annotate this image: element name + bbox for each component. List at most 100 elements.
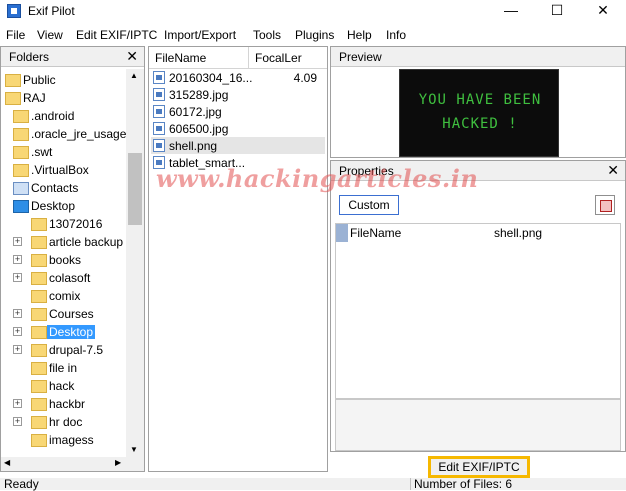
- menu-edit-exif-iptc[interactable]: Edit EXIF/IPTC: [76, 28, 157, 42]
- preview-text-line1: YOU HAVE BEEN: [418, 92, 542, 108]
- folder-tree-label: .oracle_jre_usage: [31, 127, 127, 141]
- menu-file[interactable]: File: [6, 28, 25, 42]
- folder-tree-label: Public: [23, 73, 56, 87]
- scroll-thumb[interactable]: [128, 153, 142, 225]
- folder-tree-item[interactable]: comix: [1, 287, 127, 305]
- menu-view[interactable]: View: [37, 28, 63, 42]
- desktop-icon: [13, 200, 29, 213]
- preview-panel: Preview YOU HAVE BEEN HACKED !: [330, 46, 626, 158]
- folder-tree-label: Courses: [49, 307, 94, 321]
- folder-tree-item[interactable]: + hackbr: [1, 395, 127, 413]
- folders-panel: Folders ✕ Public RAJ .android .oracle_jre_u…: [0, 46, 145, 472]
- menu-plugins[interactable]: Plugins: [295, 28, 334, 42]
- expand-icon[interactable]: +: [13, 417, 22, 426]
- folder-tree-item[interactable]: 13072016: [1, 215, 127, 233]
- folder-tree-hscrollbar[interactable]: ◀ ▶: [1, 457, 144, 471]
- file-name: 315289.jpg: [169, 88, 229, 102]
- folder-icon: [5, 74, 21, 87]
- expand-icon[interactable]: +: [13, 345, 22, 354]
- folder-tree-item[interactable]: .oracle_jre_usage: [1, 125, 127, 143]
- folder-tree-label: 13072016: [49, 217, 103, 231]
- scroll-left-icon[interactable]: ◀: [4, 458, 10, 467]
- window-title: Exif Pilot: [28, 4, 75, 18]
- file-name: 60172.jpg: [169, 105, 222, 119]
- preview-header: Preview: [331, 47, 625, 67]
- folder-tree-item[interactable]: file in: [1, 359, 127, 377]
- file-row[interactable]: shell.png: [151, 137, 325, 154]
- folder-tree-item[interactable]: .VirtualBox: [1, 161, 127, 179]
- folder-tree-item[interactable]: Public: [1, 71, 127, 89]
- menu-import-export[interactable]: Import/Export: [164, 28, 236, 42]
- folder-icon: [5, 92, 21, 105]
- file-row[interactable]: 20160304_16... 4.09: [151, 69, 325, 86]
- row-indicator: [336, 224, 348, 242]
- status-bar: [0, 478, 626, 490]
- status-ready: Ready: [4, 477, 39, 491]
- expand-icon[interactable]: +: [13, 327, 22, 336]
- folder-icon: [31, 344, 47, 357]
- scroll-down-icon[interactable]: ▼: [130, 445, 138, 454]
- folder-tree[interactable]: Public RAJ .android .oracle_jre_usage .swt .V…: [1, 69, 127, 459]
- column-filename[interactable]: FileName: [149, 47, 249, 69]
- expand-icon[interactable]: +: [13, 273, 22, 282]
- folder-tree-item[interactable]: .android: [1, 107, 127, 125]
- expand-icon[interactable]: +: [13, 237, 22, 246]
- folder-tree-item[interactable]: + hr doc: [1, 413, 127, 431]
- property-value[interactable]: shell.png: [494, 226, 542, 240]
- folder-tree-label: .VirtualBox: [31, 163, 89, 177]
- scroll-right-icon[interactable]: ▶: [115, 458, 121, 467]
- close-folders-icon[interactable]: ✕: [126, 48, 138, 65]
- folder-tree-item[interactable]: Contacts: [1, 179, 127, 197]
- file-rows: 20160304_16... 4.09 315289.jpg 60172.jpg 606…: [149, 69, 327, 469]
- folder-tree-item[interactable]: + drupal-7.5: [1, 341, 127, 359]
- folder-icon: [31, 434, 47, 447]
- folder-tree-item[interactable]: Desktop: [1, 197, 127, 215]
- folder-tree-item[interactable]: + article backup: [1, 233, 127, 251]
- expand-icon[interactable]: +: [13, 255, 22, 264]
- folder-tree-item[interactable]: + colasoft: [1, 269, 127, 287]
- file-row[interactable]: 315289.jpg: [151, 86, 325, 103]
- edit-exif-iptc-button[interactable]: Edit EXIF/IPTC: [428, 456, 530, 478]
- expand-icon[interactable]: +: [13, 309, 22, 318]
- minimize-icon[interactable]: —: [488, 0, 534, 22]
- folder-tree-item[interactable]: + Courses: [1, 305, 127, 323]
- title-bar: Exif Pilot — ☐ ✕: [0, 0, 626, 22]
- folder-icon: [31, 398, 47, 411]
- image-file-icon: [153, 139, 165, 152]
- folder-icon: [31, 218, 47, 231]
- file-name: 20160304_16...: [169, 71, 253, 85]
- folder-icon: [31, 290, 47, 303]
- properties-table[interactable]: FileName shell.png: [335, 223, 621, 399]
- file-row[interactable]: 606500.jpg: [151, 120, 325, 137]
- folder-tree-label: Desktop: [47, 325, 96, 339]
- menu-tools[interactable]: Tools: [253, 28, 281, 42]
- folder-tree-label: Contacts: [31, 181, 79, 195]
- folder-tree-item[interactable]: RAJ: [1, 89, 127, 107]
- file-row[interactable]: 60172.jpg: [151, 103, 325, 120]
- folder-tree-item[interactable]: hack: [1, 377, 127, 395]
- column-focal-length[interactable]: FocalLer: [249, 47, 327, 69]
- properties-edit-icon[interactable]: [595, 195, 615, 215]
- folder-icon: [31, 254, 47, 267]
- folder-tree-item[interactable]: + Desktop: [1, 323, 127, 341]
- folders-header: Folders ✕: [1, 47, 144, 67]
- custom-button[interactable]: Custom: [339, 195, 399, 215]
- scroll-up-icon[interactable]: ▲: [130, 71, 138, 80]
- maximize-icon[interactable]: ☐: [534, 0, 580, 22]
- folder-tree-scrollbar[interactable]: ▲ ▼: [126, 69, 144, 459]
- folder-tree-item[interactable]: .swt: [1, 143, 127, 161]
- folder-tree-label: comix: [49, 289, 81, 303]
- close-icon[interactable]: ✕: [580, 0, 626, 22]
- image-file-icon: [153, 88, 165, 101]
- file-list-panel: FileName FocalLer 20160304_16... 4.09 3152…: [148, 46, 328, 472]
- close-properties-icon[interactable]: ✕: [607, 162, 619, 179]
- folder-tree-item[interactable]: + books: [1, 251, 127, 269]
- folder-tree-item[interactable]: imagess: [1, 431, 127, 449]
- folder-icon: [13, 128, 29, 141]
- menu-help[interactable]: Help: [347, 28, 372, 42]
- file-name: 606500.jpg: [169, 122, 229, 136]
- menu-info[interactable]: Info: [386, 28, 406, 42]
- folder-tree-label: .android: [31, 109, 75, 123]
- expand-icon[interactable]: +: [13, 399, 22, 408]
- property-key: FileName: [350, 226, 402, 240]
